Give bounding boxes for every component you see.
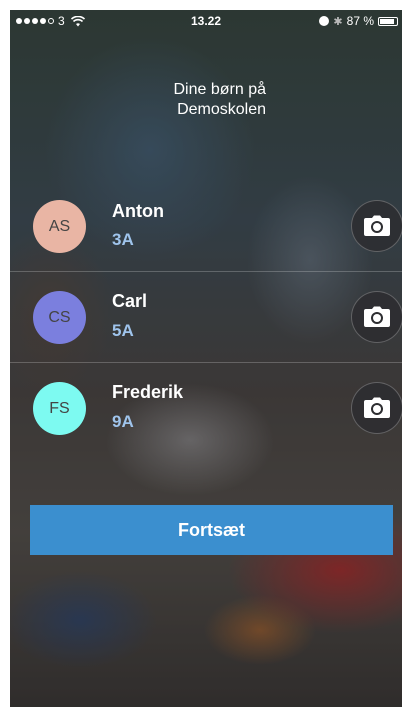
page-title-line2: Demoskolen	[177, 101, 266, 118]
page-title: Dine børn på Demoskolen	[174, 80, 267, 120]
camera-icon	[364, 306, 390, 327]
app-screen: 3 13.22 ✱ 87 % Dine børn på Demoskolen A…	[10, 10, 402, 707]
child-class: 9A	[112, 412, 134, 431]
battery-icon	[378, 16, 398, 26]
avatar: CS	[33, 291, 86, 344]
avatar: AS	[33, 200, 86, 253]
camera-button[interactable]	[351, 291, 402, 343]
child-class: 5A	[112, 321, 134, 340]
camera-icon	[364, 397, 390, 418]
child-name: Frederik	[112, 382, 184, 402]
status-right: ✱ 87 %	[319, 14, 398, 28]
child-row-frederik[interactable]: FS Frederik 9A	[10, 363, 402, 453]
continue-button[interactable]: Fortsæt	[30, 505, 393, 555]
child-row-carl[interactable]: CS Carl 5A	[10, 272, 402, 362]
battery-percent: 87 %	[346, 14, 374, 28]
camera-button[interactable]	[351, 382, 402, 434]
camera-button[interactable]	[351, 200, 402, 252]
child-row-anton[interactable]: AS Anton 3A	[10, 182, 402, 272]
alarm-icon	[319, 16, 330, 26]
child-name: Anton	[112, 201, 164, 221]
avatar: FS	[33, 382, 86, 435]
camera-icon	[364, 215, 390, 236]
child-class: 3A	[112, 230, 134, 249]
bluetooth-icon: ✱	[333, 15, 343, 28]
status-bar: 3 13.22 ✱ 87 %	[10, 10, 402, 32]
child-name: Carl	[112, 291, 148, 311]
page-title-line1: Dine børn på	[173, 81, 267, 98]
